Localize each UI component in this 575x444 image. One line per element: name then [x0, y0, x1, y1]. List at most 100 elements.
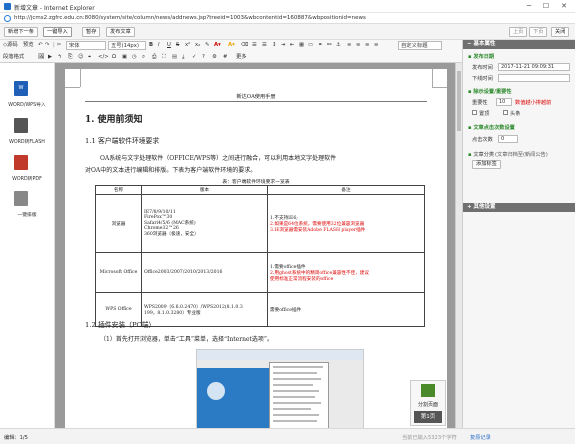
font-select[interactable]: 宋体	[66, 41, 106, 50]
word-flash-label: WORD转FLASH	[9, 140, 45, 145]
prev-page-button[interactable]: 上页	[509, 27, 528, 37]
cut-icon[interactable]: ✂	[57, 41, 61, 50]
settings-icon[interactable]: ⚙	[212, 53, 217, 62]
auto-layout-button[interactable]: 一键排版	[0, 191, 54, 229]
add-tag-button[interactable]: 添加标签	[472, 160, 501, 169]
wordcount-icon[interactable]: #	[223, 53, 227, 62]
pagebreak-icon[interactable]: ⤓	[182, 53, 184, 62]
save-draft-button[interactable]: 暂存	[82, 27, 101, 37]
publish-button[interactable]: 发布文章	[106, 27, 135, 37]
flash-icon[interactable]: ϟ	[58, 53, 62, 62]
step-1-text: （1）首先打开浏览器，单击“工具”菜单，选择“Internet选项”。	[100, 336, 273, 343]
offline-time-input[interactable]	[498, 74, 570, 82]
outdent-icon[interactable]: ⇤	[290, 41, 294, 50]
next-page-button[interactable]: 下页	[529, 27, 548, 37]
align-left-icon[interactable]: ≡	[347, 41, 351, 50]
redo-icon[interactable]: ↷	[45, 41, 49, 50]
word-pdf-button[interactable]: WORD转PDF	[0, 155, 54, 193]
publish-time-label: 发布时间	[472, 65, 493, 71]
menu-line	[273, 396, 315, 398]
document-page[interactable]: 新达OA使用手册 1. 使用前须知 1.1 客户端软件环境要求 OA系统与文字处…	[65, 69, 447, 428]
publish-section-title[interactable]: ▪ 发布日期	[468, 53, 494, 60]
hr-icon[interactable]: ▭	[308, 41, 313, 50]
code-icon[interactable]: </>	[98, 53, 109, 62]
spellcheck-icon[interactable]: ✓	[192, 53, 196, 62]
align-right-icon[interactable]: ≡	[365, 41, 369, 50]
word-import-button[interactable]: W WORD/WPS导入	[0, 81, 54, 119]
date-icon[interactable]: ▣	[122, 53, 127, 62]
unlink-icon[interactable]: ⚯	[327, 41, 331, 50]
split-page-widget[interactable]: 分割页面 第1页	[410, 380, 446, 426]
image-icon[interactable]: 🖼	[38, 53, 45, 62]
page-number-badge[interactable]: 第1页	[414, 411, 442, 423]
bold-icon[interactable]: B	[149, 41, 153, 50]
undo-icon[interactable]: ↶	[38, 41, 42, 50]
clicks-section-title[interactable]: ▪ 文章点击次数设置	[468, 124, 515, 131]
restore-link[interactable]: 复原记录	[470, 434, 491, 441]
maximize-icon[interactable]: ☐	[538, 1, 554, 12]
left-tool-panel: W WORD/WPS导入 WORD转FLASH WORD转PDF 一键排版	[0, 63, 55, 428]
size-select[interactable]: 五号(14px)	[108, 41, 146, 50]
source-button[interactable]: ◇源码	[3, 41, 18, 50]
panel-header[interactable]: − 基本属性	[463, 40, 575, 49]
emoji-icon[interactable]: ☺	[78, 53, 84, 62]
paragraph-format-select[interactable]: 段落格式	[3, 53, 24, 62]
indent-icon[interactable]: ⇥	[281, 41, 285, 50]
new-next-button[interactable]: 新增下一条	[4, 27, 38, 37]
list-ordered-icon[interactable]: ☰	[252, 41, 257, 50]
table-icon[interactable]: ▦	[299, 41, 304, 50]
more-button[interactable]: 更多	[236, 53, 247, 62]
importance-input[interactable]: 10	[496, 98, 512, 106]
close-button[interactable]: 关闭	[551, 27, 570, 37]
font-color-icon[interactable]: A▾	[214, 41, 221, 50]
search-replace-icon[interactable]: ⌕	[142, 53, 145, 62]
superscript-icon[interactable]: x²	[185, 41, 190, 50]
headline-checkbox[interactable]	[503, 110, 508, 115]
template-icon[interactable]: ▤	[172, 53, 177, 62]
align-center-icon[interactable]: ≡	[356, 41, 360, 50]
address-bar[interactable]: http://jcms2.zgfrc.edu.cn:8080/system/si…	[0, 13, 575, 24]
vertical-scrollbar[interactable]	[455, 63, 462, 428]
table-caption: 表：客户端软件环境要求一览表	[222, 180, 290, 185]
corner-mark	[432, 87, 447, 88]
video-icon[interactable]: ▶	[48, 53, 52, 62]
minimize-icon[interactable]: ─	[521, 1, 537, 12]
cell-line: 3.IE浏览器需安装Adobe FLASH player插件	[270, 227, 366, 233]
url-text[interactable]: http://jcms2.zgfrc.edu.cn:8080/system/si…	[14, 15, 366, 21]
split-page-icon	[421, 384, 435, 397]
highlight-icon[interactable]: A▾	[228, 41, 235, 50]
underline-icon[interactable]: U	[167, 41, 171, 50]
title-bar: 新增文章 - Internet Explorer ─ ☐ ✕	[0, 0, 575, 13]
subscript-icon[interactable]: x₂	[195, 41, 200, 50]
anchor-icon[interactable]: ⚓	[336, 41, 341, 50]
close-window-icon[interactable]: ✕	[556, 1, 572, 12]
special-char-icon[interactable]: Ω	[112, 53, 116, 62]
clear-format-icon[interactable]: ⌫	[241, 41, 249, 50]
fullscreen-icon[interactable]: ⛶	[162, 53, 166, 62]
display-section-title[interactable]: ▪ 除示设置/重要性	[468, 88, 512, 95]
link-icon[interactable]: ⚭	[318, 41, 322, 50]
line-height-icon[interactable]: ↕	[272, 41, 276, 50]
preview-button[interactable]: 预览	[23, 41, 34, 50]
word-flash-button[interactable]: WORD转FLASH	[0, 118, 54, 156]
print-icon[interactable]: ⎙	[152, 53, 156, 62]
scrollbar-thumb[interactable]	[457, 71, 461, 131]
map-icon[interactable]: ⌖	[88, 53, 91, 62]
strike-icon[interactable]: S	[176, 41, 179, 50]
list-bullet-icon[interactable]: ☰	[262, 41, 267, 50]
attachment-icon[interactable]: ⎘	[68, 53, 72, 62]
document-area[interactable]: 新达OA使用手册 1. 使用前须知 1.1 客户端软件环境要求 OA系统与文字处…	[55, 63, 455, 428]
publish-time-input[interactable]: 2017-11-21 09:09:31	[498, 63, 570, 71]
style-select[interactable]: 自定义标题	[398, 41, 442, 50]
menu-line	[273, 372, 317, 374]
italic-icon[interactable]: I	[158, 41, 160, 50]
align-justify-icon[interactable]: ≡	[374, 41, 378, 50]
help-icon[interactable]: ?	[202, 53, 205, 62]
format-painter-icon[interactable]: ✎	[205, 41, 209, 50]
clicks-input[interactable]: 0	[498, 135, 518, 143]
other-settings-header[interactable]: + 其他设置	[463, 203, 575, 212]
top-checkbox[interactable]	[472, 110, 477, 115]
time-icon[interactable]: ◷	[132, 53, 137, 62]
import-one-button[interactable]: 一键导入	[43, 27, 72, 37]
cell-line: 199，8.1.0.3280）专业版	[144, 310, 201, 316]
